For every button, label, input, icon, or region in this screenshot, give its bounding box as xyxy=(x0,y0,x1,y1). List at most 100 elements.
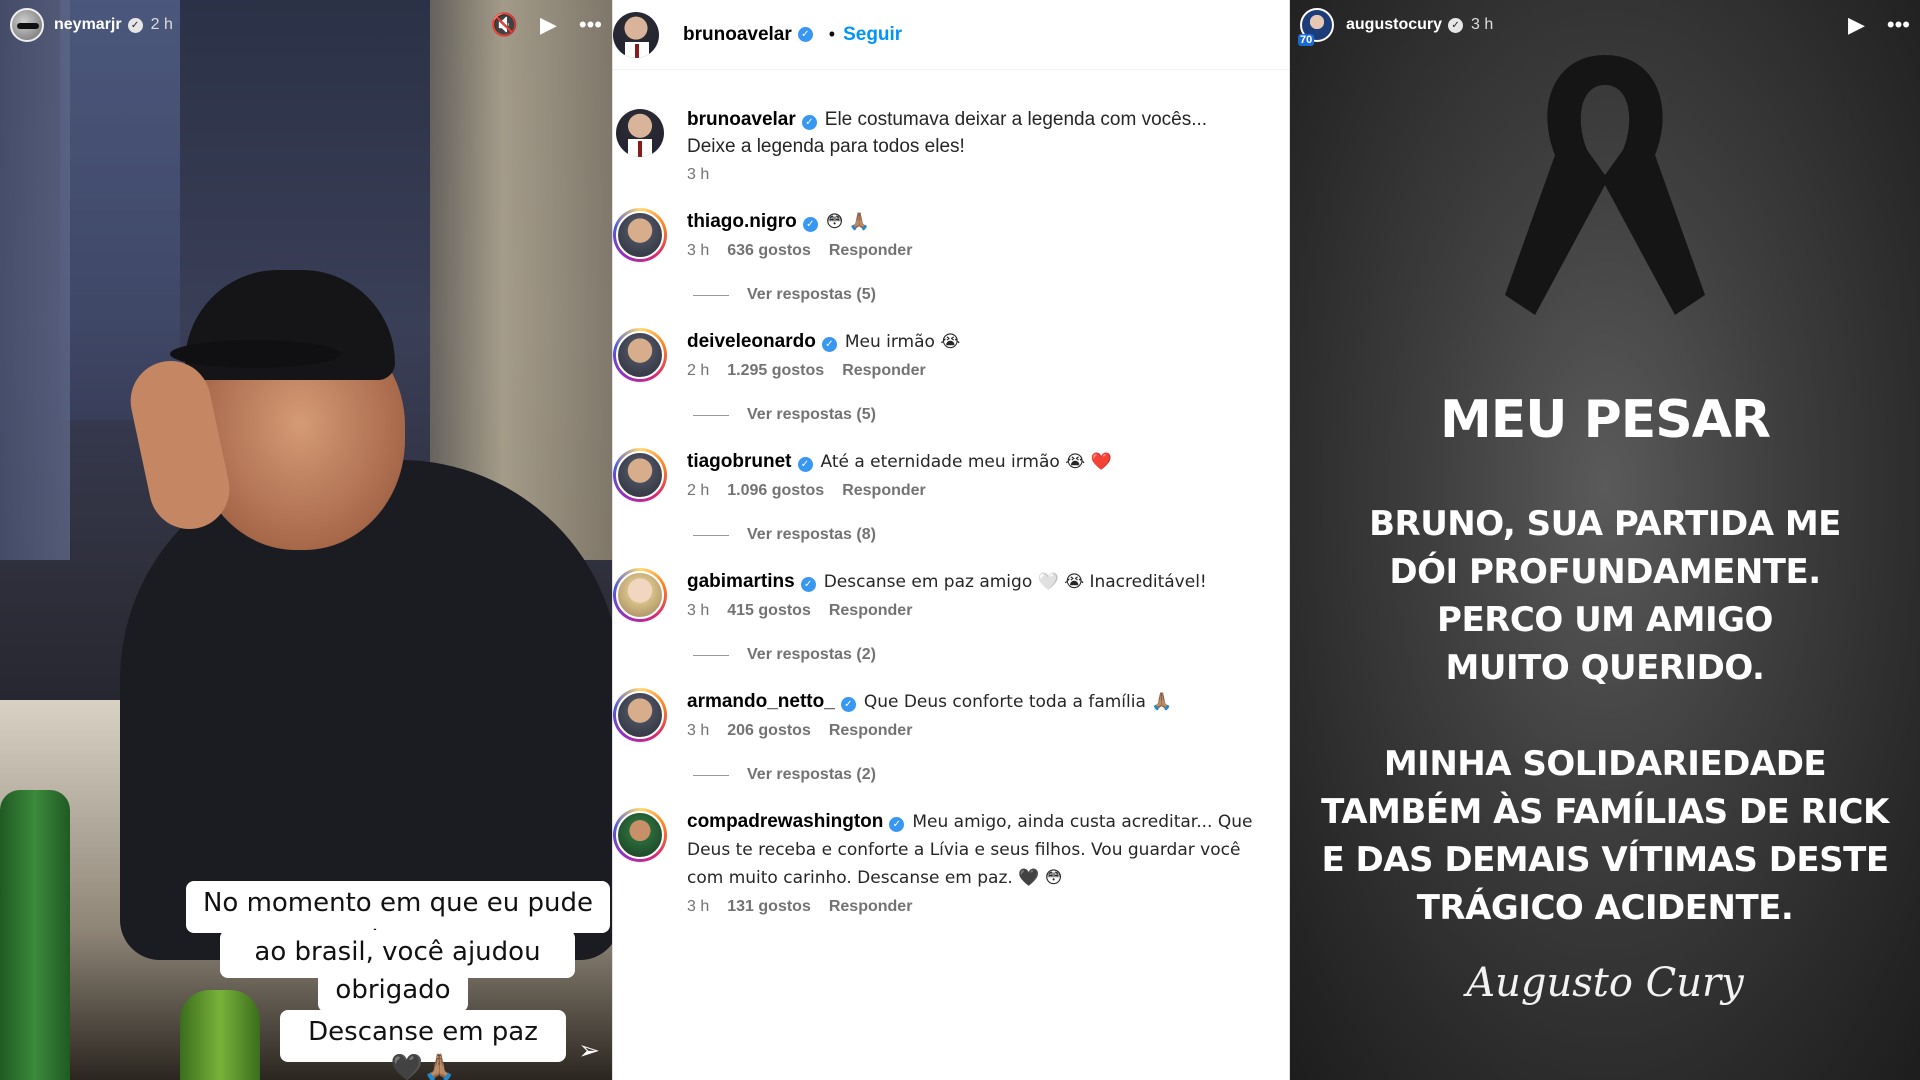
curtain-left xyxy=(0,0,70,560)
post-caption: brunoavelar ✓ Ele costumava deixar a legen… xyxy=(613,106,1289,184)
reply-button[interactable]: Responder xyxy=(842,362,926,380)
reply-button[interactable]: Responder xyxy=(842,482,926,500)
story-neymarjr[interactable]: neymarjr ✓ 2 h 🔇 ▶ ••• No momento em que… xyxy=(0,0,612,1080)
reply-button[interactable]: Responder xyxy=(829,242,913,260)
paragraph-line: DÓI PROFUNDAMENTE. xyxy=(1389,552,1821,592)
story-caption-line: No momento em que eu pude retornar xyxy=(186,881,610,954)
view-replies-button[interactable]: Ver respostas (8) xyxy=(693,526,1289,544)
mute-icon[interactable]: 🔇 xyxy=(491,12,518,38)
comment-item: thiago.nigro ✓ 😳 🙏🏽 3 h 636 gostos Responder xyxy=(613,208,1289,262)
heart-icon[interactable]: ♡ xyxy=(531,1035,554,1066)
view-replies-button[interactable]: Ver respostas (5) xyxy=(693,406,1289,424)
avatar[interactable] xyxy=(613,11,659,58)
comment-username[interactable]: gabimartins xyxy=(687,571,795,592)
comment-username[interactable]: thiago.nigro xyxy=(687,211,797,232)
send-icon[interactable]: ➢ xyxy=(578,1035,600,1066)
story-username[interactable]: augustocury xyxy=(1346,16,1442,34)
verified-icon: ✓ xyxy=(797,27,813,42)
avatar[interactable] xyxy=(616,109,664,157)
separator-dot: • xyxy=(828,24,836,44)
paragraph-line: MINHA SOLIDARIEDADE xyxy=(1383,744,1827,784)
comment-time: 3 h xyxy=(687,722,710,739)
story-header: neymarjr ✓ 2 h 🔇 ▶ ••• xyxy=(0,0,612,50)
avatar[interactable] xyxy=(613,328,667,382)
comment-likes[interactable]: 131 gostos xyxy=(727,898,811,916)
comment-likes[interactable]: 206 gostos xyxy=(727,722,811,740)
comment-username[interactable]: armando_netto_ xyxy=(687,691,835,712)
paragraph-line: BRUNO, SUA PARTIDA ME xyxy=(1369,504,1841,544)
avatar-badge: 70 xyxy=(1298,34,1315,46)
view-replies-label[interactable]: Ver respostas (8) xyxy=(747,526,876,544)
mourning-paragraph-2: MINHA SOLIDARIEDADE TAMBÉM ÀS FAMÍLIAS D… xyxy=(1290,740,1920,932)
mourning-paragraph-1: BRUNO, SUA PARTIDA ME DÓI PROFUNDAMENTE.… xyxy=(1290,500,1920,692)
post-header: brunoavelar ✓ • Seguir xyxy=(613,0,1289,70)
more-icon[interactable]: ••• xyxy=(1887,12,1910,38)
avatar[interactable]: 70 xyxy=(1298,8,1334,46)
comment-time: 3 h xyxy=(687,166,710,183)
signature: Augusto Cury xyxy=(1466,960,1744,1006)
verified-icon: ✓ xyxy=(127,17,143,33)
post-author[interactable]: brunoavelar xyxy=(683,24,792,46)
comment-text: Até a eternidade meu irmão 😭 ❤️ xyxy=(820,452,1112,472)
play-icon[interactable]: ▶ xyxy=(1848,12,1865,38)
comment-likes[interactable]: 415 gostos xyxy=(727,602,811,620)
view-replies-button[interactable]: Ver respostas (2) xyxy=(693,646,1289,664)
comment-likes[interactable]: 1.096 gostos xyxy=(727,482,824,500)
cap-brim xyxy=(170,340,340,368)
comment-username[interactable]: tiagobrunet xyxy=(687,451,792,472)
avatar[interactable] xyxy=(613,688,667,742)
verified-icon: ✓ xyxy=(821,337,837,352)
story-username[interactable]: neymarjr xyxy=(54,16,122,34)
view-replies-label[interactable]: Ver respostas (5) xyxy=(747,286,876,304)
reply-button[interactable]: Responder xyxy=(829,722,913,740)
avatar[interactable] xyxy=(613,568,667,622)
verified-icon: ✓ xyxy=(840,697,856,712)
verified-icon: ✓ xyxy=(800,577,816,592)
play-icon[interactable]: ▶ xyxy=(540,12,557,38)
paragraph-line: PERCO UM AMIGO xyxy=(1437,600,1773,640)
comment-item: tiagobrunet ✓ Até a eternidade meu irmão 😭… xyxy=(613,448,1289,502)
view-replies-label[interactable]: Ver respostas (2) xyxy=(747,646,876,664)
story-augustocury[interactable]: 70 augustocury ✓ 3 h ▶ ••• MEU PESAR BRU… xyxy=(1290,0,1920,1080)
avatar[interactable] xyxy=(10,8,44,42)
reply-button[interactable]: Responder xyxy=(829,602,913,620)
comment-username[interactable]: compadrewashington xyxy=(687,811,883,832)
avatar[interactable] xyxy=(613,208,667,262)
comment-time: 2 h xyxy=(687,362,710,379)
more-icon[interactable]: ••• xyxy=(579,12,602,38)
mourning-title: MEU PESAR xyxy=(1440,390,1771,450)
verified-icon: ✓ xyxy=(801,115,817,130)
comment-item: deiveleonardo ✓ Meu irmão 😭 2 h 1.295 gosto… xyxy=(613,328,1289,382)
post-comments-panel: brunoavelar ✓ • Seguir brunoavelar ✓ Ele c… xyxy=(612,0,1290,1080)
comment-likes[interactable]: 1.295 gostos xyxy=(727,362,824,380)
comment-time: 3 h xyxy=(687,602,710,619)
reply-button[interactable]: Responder xyxy=(829,898,913,916)
view-replies-label[interactable]: Ver respostas (2) xyxy=(747,766,876,784)
follow-button[interactable]: Seguir xyxy=(843,24,902,46)
screen: neymarjr ✓ 2 h 🔇 ▶ ••• No momento em que… xyxy=(0,0,1920,1080)
comment-username[interactable]: brunoavelar xyxy=(687,109,796,130)
avatar[interactable] xyxy=(613,808,667,862)
comment-item: compadrewashington ✓ Meu amigo, ainda cust… xyxy=(613,808,1289,916)
comment-time: 2 h xyxy=(687,482,710,499)
view-replies-label[interactable]: Ver respostas (5) xyxy=(747,406,876,424)
green-bottle-small xyxy=(180,990,260,1080)
comment-item: armando_netto_ ✓ Que Deus conforte toda a … xyxy=(613,688,1289,742)
paragraph-line: E DAS DEMAIS VÍTIMAS DESTE xyxy=(1321,840,1889,880)
verified-icon: ✓ xyxy=(889,817,905,832)
comment-likes[interactable]: 636 gostos xyxy=(727,242,811,260)
comment-username[interactable]: deiveleonardo xyxy=(687,331,816,352)
verified-icon: ✓ xyxy=(1448,17,1464,33)
paragraph-line: MUITO QUERIDO. xyxy=(1445,648,1765,688)
story-header: 70 augustocury ✓ 3 h ▶ ••• xyxy=(1290,0,1920,50)
view-replies-button[interactable]: Ver respostas (2) xyxy=(693,766,1289,784)
window-background xyxy=(60,0,180,420)
verified-icon: ✓ xyxy=(797,457,813,472)
comment-text: Que Deus conforte toda a família 🙏🏽 xyxy=(863,692,1173,712)
view-replies-button[interactable]: Ver respostas (5) xyxy=(693,286,1289,304)
comment-text: Meu irmão 😭 xyxy=(844,332,961,352)
avatar[interactable] xyxy=(613,448,667,502)
story-time: 3 h xyxy=(1471,16,1494,33)
story-caption-line: Descanse em paz 🖤🙏🏽 xyxy=(280,1010,566,1080)
paragraph-line: TRÁGICO ACIDENTE. xyxy=(1416,888,1794,928)
